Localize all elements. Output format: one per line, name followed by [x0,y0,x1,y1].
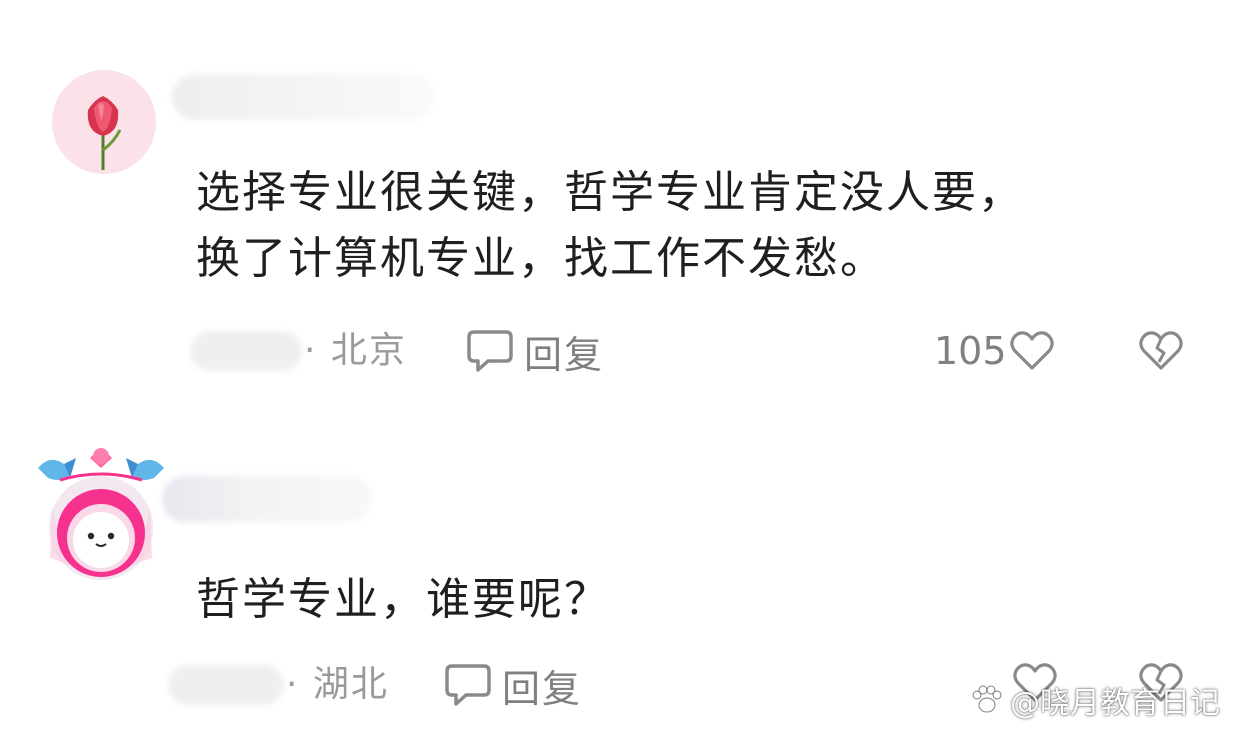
comment-bubble-icon [445,664,491,706]
reply-label: 回复 [502,666,583,711]
paw-logo-icon [972,685,1002,713]
timestamp-redacted [168,665,284,705]
comment-list: 选择专业很关键，哲学专业肯定没人要， 换了计算机专业，找工作不发愁。 · 北京 … [0,0,1242,742]
comment-text: 哲学专业，谁要呢？ [196,574,610,625]
reply-button[interactable]: 回复 [444,660,583,711]
pink-sheep-avatar-icon [38,448,164,580]
avatar[interactable] [30,438,172,580]
comment-item: 哲学专业，谁要呢？ · 湖北 回复 [0,0,1242,742]
watermark: @晓月教育日记 [970,678,1220,722]
location-label: · 湖北 [286,664,389,705]
watermark-text: @晓月教育日记 [1010,686,1220,721]
username-redacted [162,476,372,522]
